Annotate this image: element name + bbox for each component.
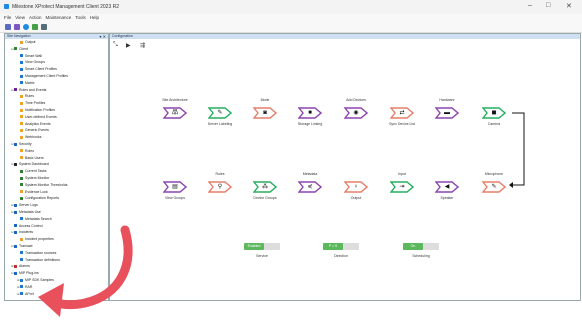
- node-icon: 品: [171, 110, 178, 116]
- node-title: Rules: [215, 172, 225, 176]
- node-icon: ⇥: [399, 184, 405, 190]
- node-icon: ⚲: [217, 184, 223, 190]
- node-icon: ✎: [217, 110, 223, 116]
- node-icon: ◙: [263, 110, 267, 116]
- node-label: Server Labeling: [207, 122, 233, 126]
- node-label: Speaker: [440, 196, 454, 200]
- workflow-node[interactable]: ⇄: [390, 107, 414, 119]
- workflow-node[interactable]: ◉: [344, 107, 368, 119]
- node-title: Input: [398, 172, 406, 176]
- node-label: Device Groups: [253, 196, 277, 200]
- red-curved-arrow-icon: [38, 225, 133, 317]
- node-icon: ◼: [491, 110, 497, 116]
- node-title: Mode: [260, 98, 270, 102]
- workflow-node[interactable]: ◙: [253, 107, 277, 119]
- node-icon: ⋞: [307, 184, 313, 190]
- toggle-state: On: [403, 243, 423, 250]
- workflow-node[interactable]: ⁂: [253, 181, 277, 193]
- toggle-switch[interactable]: Enabled: [244, 243, 280, 250]
- node-icon: ♀: [353, 184, 359, 190]
- node-label: Sync Device List: [389, 122, 415, 126]
- node-icon: ⁂: [262, 184, 268, 190]
- workflow-node[interactable]: ◼: [482, 107, 506, 119]
- workflow-node[interactable]: ▬: [435, 107, 459, 119]
- workflow-node[interactable]: ⚲: [208, 181, 232, 193]
- workflow-node[interactable]: ⇥: [390, 181, 414, 193]
- toggle-state: P = 5: [323, 243, 343, 250]
- node-title: Metadata: [302, 172, 318, 176]
- node-title: Site Architecture: [162, 98, 188, 102]
- toggle-label: Direction: [334, 254, 348, 258]
- node-icon: ✎: [491, 184, 497, 190]
- node-icon: ◀: [444, 184, 450, 190]
- node-label: View Groups: [165, 196, 185, 200]
- workflow-node[interactable]: ⋞: [298, 181, 322, 193]
- node-label: Camera: [487, 122, 501, 126]
- node-icon: ⇄: [399, 110, 405, 116]
- workflow-node[interactable]: 品: [163, 107, 187, 119]
- node-icon: ▤: [172, 184, 178, 190]
- workflow-node[interactable]: ✎: [482, 181, 506, 193]
- node-label: Storage Linking: [297, 122, 323, 126]
- toggle-label: Service: [256, 254, 268, 258]
- node-title: Hardware: [439, 98, 455, 102]
- node-label: Output: [350, 196, 362, 200]
- toggle-state: Enabled: [244, 243, 264, 250]
- workflow-node[interactable]: ♀: [344, 181, 368, 193]
- toggle-switch[interactable]: P = 5: [323, 243, 359, 250]
- workflow-node[interactable]: ▤: [163, 181, 187, 193]
- node-title: Microphone: [484, 172, 504, 176]
- workflow-node[interactable]: ■: [298, 107, 322, 119]
- workflow-node[interactable]: ◀: [435, 181, 459, 193]
- workflow-node[interactable]: ✎: [208, 107, 232, 119]
- node-title: Add Devices: [346, 98, 366, 102]
- node-icon: ▬: [444, 110, 450, 116]
- toggle-switch[interactable]: On: [403, 243, 439, 250]
- toggle-label: Scheduling: [412, 254, 430, 258]
- node-icon: ◉: [353, 110, 359, 116]
- node-icon: ■: [308, 110, 312, 116]
